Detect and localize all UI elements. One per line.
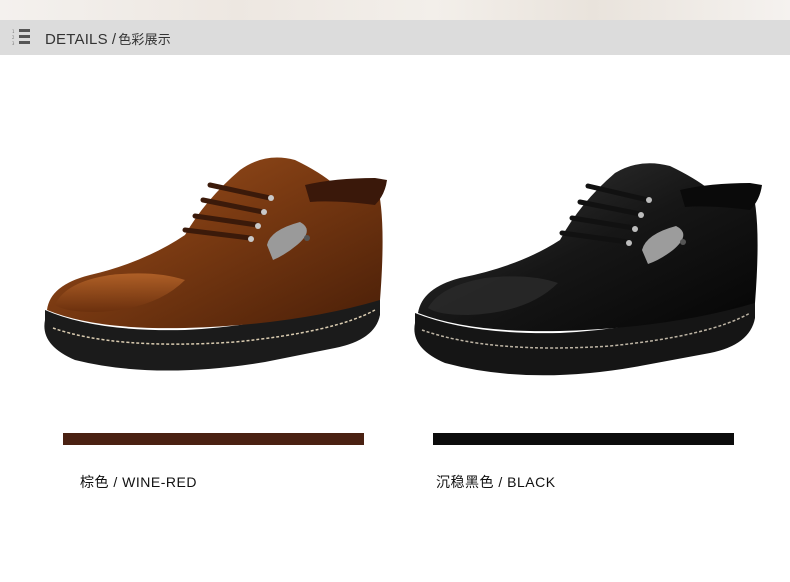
section-title: DETAILS / 色彩展示 xyxy=(45,29,171,48)
wine-red-shoe-image xyxy=(44,157,387,371)
wine-red-color-swatch xyxy=(63,433,364,445)
top-banner-strip xyxy=(0,0,790,20)
list-icon: 1 2 3 xyxy=(12,29,32,47)
list-number: 3 xyxy=(12,41,15,46)
section-header: 1 2 3 DETAILS / 色彩展示 xyxy=(0,20,790,55)
wine-red-color-label: 棕色 / WINE-RED xyxy=(80,474,197,490)
black-color-label: 沉稳黑色 / BLACK xyxy=(436,474,556,490)
section-title-en: DETAILS xyxy=(45,31,108,48)
section-title-zh: 色彩展示 xyxy=(118,32,171,47)
black-shoe-image xyxy=(414,163,762,376)
black-color-swatch xyxy=(433,433,734,445)
title-separator: / xyxy=(111,31,117,48)
